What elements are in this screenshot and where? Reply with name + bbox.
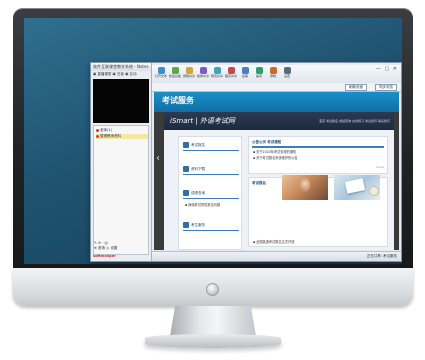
side-item-results[interactable]: 成绩查询 (183, 189, 239, 199)
address-bar: 刷新页面 同步浏览 (152, 83, 401, 92)
notice-title: 公告公示 考试通知 (252, 140, 282, 144)
ribbon-button[interactable]: 网页共享 (210, 67, 224, 81)
vote-icon (241, 67, 249, 74)
left-toolbar-top[interactable]: ✎ ✉ · ☺ (94, 241, 108, 245)
signup-icon (183, 142, 189, 148)
left-titlebar: 软件互联课堂教学系统 - Notes (91, 63, 151, 71)
prev-slide-icon[interactable]: ‹ (156, 152, 161, 166)
open-file-icon (157, 67, 165, 74)
web-share-icon (213, 67, 221, 74)
left-toolbar: ✎ ✉ · ☺ ⊕ 邀请 ◎ 设置 (91, 241, 151, 253)
sync-browse-button[interactable]: 同步浏览 (375, 84, 397, 91)
ribbon-button[interactable]: 提问 (252, 67, 266, 81)
side-item-services[interactable]: 考生服务 (183, 221, 239, 231)
ribbon-button[interactable]: 投票 (238, 67, 252, 81)
ribbon-button[interactable]: 屏幕共享 (182, 67, 196, 81)
whiteboard-icon (171, 67, 179, 74)
settings-icon (283, 67, 291, 74)
service-icon (183, 222, 189, 228)
exam-section-title: 考试报名 (252, 181, 266, 185)
power-button[interactable] (206, 283, 219, 296)
results-icon (183, 190, 189, 196)
side-item-exam-signup[interactable]: 考试报名 (183, 141, 239, 151)
monitor-stand-neck (170, 306, 256, 336)
divider (183, 174, 239, 175)
left-toolbar-bottom[interactable]: ⊕ 邀请 ◎ 设置 (94, 246, 117, 251)
student-figure (300, 178, 310, 192)
side-panel: 考试报名 资料下载 成绩查询 ▪ 网络考试须知常见问题 考生服务 (178, 136, 242, 250)
status-bar: 正在共享: 考试服务 (152, 251, 401, 261)
refresh-page-button[interactable]: 刷新页面 (345, 84, 367, 91)
user-status-icon (96, 128, 99, 132)
notice-item[interactable]: ▪ 关于考试报名系统维护的公告 (253, 156, 298, 161)
footer-news[interactable]: ▪ 全国英语考试报名正式开放 (253, 240, 294, 245)
ribbon-button[interactable]: 设置 (280, 67, 294, 81)
video-area (93, 79, 149, 123)
user-row-selected[interactable]: 整理教师资料 (96, 134, 148, 139)
ribbon-button[interactable]: 程序共享 (224, 67, 238, 81)
more-link[interactable]: more (376, 165, 384, 169)
question-icon (255, 67, 263, 74)
ribbon-button[interactable]: 打开文件 (154, 67, 168, 81)
left-menubar[interactable]: ▣ 直播课堂 ▣ 白板 ▣ 互动 (91, 71, 151, 77)
cup-image (369, 186, 379, 196)
site-nav-links[interactable]: 首页 考试报名 成绩查询 在线练习 考试资讯 联系我们 (319, 118, 390, 124)
record-icon (269, 67, 277, 74)
monitor-stand-base (145, 334, 281, 348)
screen-share-icon (185, 67, 193, 74)
slide-title: 考试服务 (162, 96, 194, 105)
monitor-screen: 软件互联课堂教学系统 - Notes ▣ 直播课堂 ▣ 白板 ▣ 互动 老师(1… (24, 18, 402, 264)
status-text: 正在共享: 考试服务 (366, 254, 397, 258)
notice-panel: 公告公示 考试通知 ▪ 关于2020年考试安排的通知 ▪ 关于考试报名系统维护的… (248, 136, 388, 174)
ribbon-button[interactable]: 媒体共享 (196, 67, 210, 81)
divider (252, 146, 384, 148)
user-status-icon (96, 134, 99, 138)
user-name: 老师(1) (100, 128, 112, 132)
divider (183, 230, 239, 231)
download-icon (183, 166, 189, 172)
slide-header: 考试服务 (154, 92, 399, 112)
app-share-icon (227, 67, 235, 74)
user-name: 整理教师资料 (100, 134, 121, 138)
right-pane: 打开文件 新建白板 屏幕共享 媒体共享 网页共享 程序共享 投票 提问 录制 设… (152, 63, 401, 261)
notice-item[interactable]: ▪ 关于2020年考试安排的通知 (253, 150, 296, 155)
website-frame: iSmart | 外语考试网 首页 考试报名 成绩查询 在线练习 考试资讯 联系… (164, 112, 394, 250)
ribbon-button[interactable]: 录制 (266, 67, 280, 81)
site-logo: iSmart | 外语考试网 (170, 117, 235, 125)
shared-content-stage: 考试服务 ‹ iSmart | 外语考试网 首页 考试报名 成绩查询 在线练习 … (154, 92, 399, 250)
divider (183, 150, 239, 151)
user-list: 老师(1) 整理教师资料 (93, 125, 149, 255)
side-news-link[interactable]: ▪ 网络考试须知常见问题 (185, 203, 220, 208)
window-controls[interactable]: — ▢ ✕ (376, 66, 398, 72)
brand-logo: softmanger (93, 254, 116, 258)
user-row[interactable]: 老师(1) (96, 128, 148, 133)
media-share-icon (199, 67, 207, 74)
side-item-downloads[interactable]: 资料下载 (183, 165, 239, 175)
divider (183, 198, 239, 199)
left-pane: 软件互联课堂教学系统 - Notes ▣ 直播课堂 ▣ 白板 ▣ 互动 老师(1… (91, 63, 152, 261)
ribbon-button[interactable]: 新建白板 (168, 67, 182, 81)
ribbon-toolbar: 打开文件 新建白板 屏幕共享 媒体共享 网页共享 程序共享 投票 提问 录制 设… (152, 65, 401, 84)
app-window: 软件互联课堂教学系统 - Notes ▣ 直播课堂 ▣ 白板 ▣ 互动 老师(1… (90, 62, 402, 262)
site-nav: iSmart | 外语考试网 首页 考试报名 成绩查询 在线练习 考试资讯 联系… (164, 112, 394, 130)
